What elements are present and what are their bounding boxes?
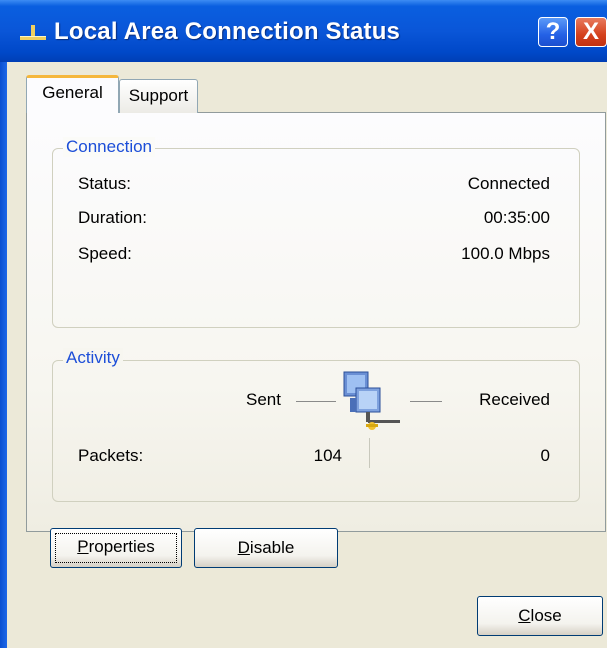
status-value: Connected	[467, 174, 550, 193]
duration-label: Duration:	[78, 208, 147, 227]
close-label: lose	[530, 606, 562, 625]
packets-received-value: 0	[540, 446, 550, 465]
duration-value: 00:35:00	[483, 208, 550, 227]
status-dialog: Local Area Connection Status ? X General…	[0, 0, 607, 648]
network-connection-icon	[20, 25, 46, 40]
window-border	[0, 62, 7, 648]
help-button[interactable]: ?	[538, 17, 568, 47]
sent-label: Sent	[246, 390, 281, 409]
speed-label: Speed:	[78, 244, 132, 263]
title-bar[interactable]: Local Area Connection Status ? X	[0, 0, 607, 62]
disable-label: isable	[249, 538, 295, 557]
close-button[interactable]: Close	[477, 596, 603, 636]
tab-support[interactable]: Support	[119, 79, 198, 113]
activity-legend: Activity	[63, 348, 123, 368]
window-title: Local Area Connection Status	[54, 18, 401, 45]
close-mnemonic: C	[518, 606, 531, 625]
disable-button[interactable]: Disable	[194, 528, 338, 568]
received-label: Received	[479, 390, 550, 409]
packets-sent-value: 104	[313, 446, 342, 465]
properties-button[interactable]: Properties	[50, 528, 182, 568]
connection-legend: Connection	[63, 137, 156, 157]
status-label: Status:	[78, 174, 131, 193]
disable-mnemonic: D	[237, 538, 250, 557]
tab-general[interactable]: General	[26, 75, 119, 113]
speed-value: 100.0 Mbps	[461, 244, 550, 263]
close-window-button[interactable]: X	[575, 17, 607, 47]
focus-rectangle	[55, 533, 177, 563]
activity-group	[52, 360, 580, 502]
